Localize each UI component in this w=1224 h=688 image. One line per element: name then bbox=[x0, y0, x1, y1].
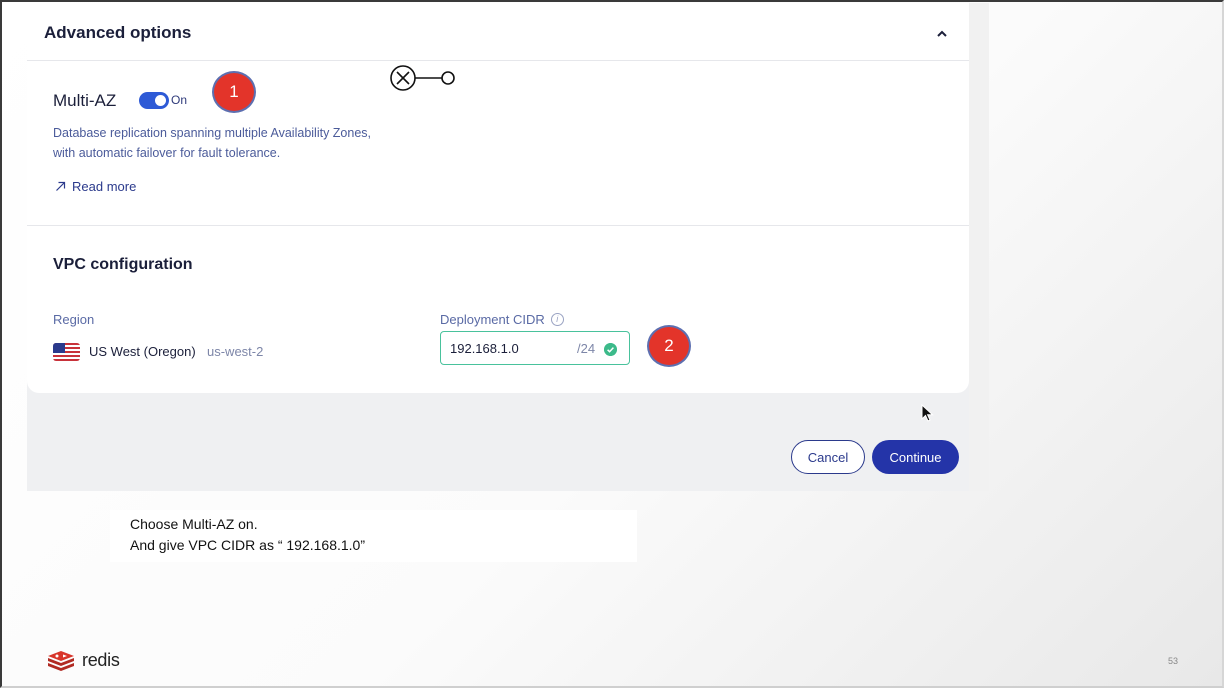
multi-az-toggle[interactable] bbox=[139, 92, 169, 109]
multi-az-label: Multi-AZ bbox=[53, 91, 117, 110]
advanced-options-title: Advanced options bbox=[44, 23, 192, 42]
cidr-input[interactable] bbox=[450, 341, 570, 356]
deployment-cidr-field[interactable]: /24 bbox=[440, 331, 630, 365]
read-more-label: Read more bbox=[72, 179, 137, 194]
description-line-1: Database replication spanning multiple A… bbox=[53, 126, 372, 140]
section-divider bbox=[27, 225, 969, 226]
description-line-2: with automatic failover for fault tolera… bbox=[53, 146, 281, 160]
page-number: 53 bbox=[1168, 656, 1179, 666]
cidr-suffix: /24 bbox=[577, 341, 596, 356]
app-screenshot: Advanced options Multi-AZ On Database re… bbox=[27, 3, 989, 491]
advanced-options-panel: Advanced options Multi-AZ On Database re… bbox=[27, 3, 969, 393]
caption-line-1: Choose Multi-AZ on. bbox=[130, 516, 258, 532]
redis-cube-icon bbox=[48, 651, 74, 671]
deployment-cidr-label: Deployment CIDR i bbox=[440, 312, 564, 327]
us-flag-icon bbox=[53, 343, 80, 361]
info-icon[interactable]: i bbox=[550, 313, 564, 326]
continue-button[interactable]: Continue bbox=[872, 440, 959, 474]
check-icon bbox=[604, 343, 617, 356]
redis-logo-text: redis bbox=[82, 649, 120, 670]
mouse-cursor-icon bbox=[921, 404, 934, 422]
annotation-marker-2: 2 bbox=[647, 325, 691, 367]
screenshot-edge bbox=[969, 3, 989, 491]
region-label: Region bbox=[53, 312, 95, 327]
vpc-configuration-title: VPC configuration bbox=[53, 256, 193, 273]
redis-logo: redis bbox=[46, 648, 120, 672]
caption-line-2: And give VPC CIDR as “ 192.168.1.0” bbox=[130, 537, 366, 553]
toggle-knob bbox=[155, 95, 166, 106]
annotation-marker-1: 1 bbox=[212, 71, 256, 113]
multi-az-description: Database replication spanning multiple A… bbox=[53, 123, 433, 163]
region-code: us-west-2 bbox=[207, 344, 264, 359]
chevron-up-icon[interactable] bbox=[935, 27, 949, 41]
read-more-link[interactable]: Read more bbox=[55, 179, 136, 194]
toggle-state-text: On bbox=[171, 93, 188, 107]
region-name: US West (Oregon) bbox=[89, 344, 196, 359]
external-arrow-icon bbox=[56, 181, 66, 191]
close-pin-icon bbox=[390, 65, 455, 91]
cancel-button[interactable]: Cancel bbox=[791, 440, 865, 474]
advanced-options-header[interactable]: Advanced options bbox=[27, 3, 969, 61]
cidr-label-text: Deployment CIDR bbox=[440, 312, 545, 327]
instruction-caption: Choose Multi-AZ on. And give VPC CIDR as… bbox=[110, 510, 637, 562]
